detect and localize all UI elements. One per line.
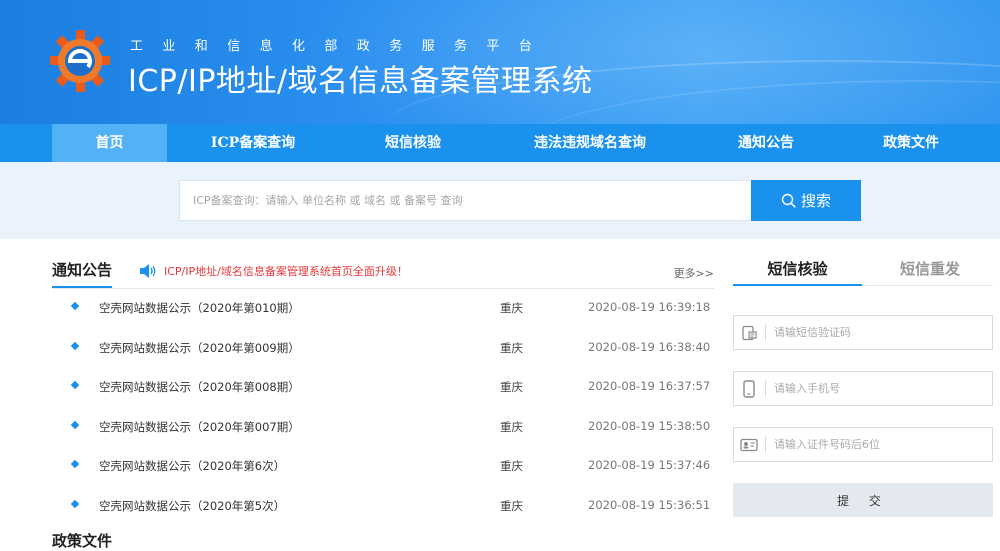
ministry-name: 工业和信息化部政务服务平台	[130, 39, 552, 54]
field-separator	[765, 324, 766, 341]
notice-item-title[interactable]: 空壳网站数据公示（2020年第009期）	[99, 340, 300, 356]
notice-section-title: 通知公告	[52, 259, 113, 288]
phone-field	[733, 371, 993, 406]
nav-item-notices[interactable]: 通知公告	[715, 124, 817, 162]
notice-list-item[interactable]: 空壳网站数据公示（2020年第009期） 重庆 2020-08-19 16:38…	[52, 330, 714, 370]
search-band: 搜索	[0, 162, 1000, 239]
mobile-phone-icon	[734, 372, 764, 405]
speaker-icon	[140, 264, 156, 278]
id-number-field	[733, 427, 993, 462]
notice-item-time: 2020-08-19 16:39:18	[588, 300, 711, 314]
notice-item-time: 2020-08-19 15:36:51	[588, 497, 711, 512]
sms-code-field	[733, 315, 993, 350]
field-separator	[765, 380, 766, 397]
field-separator	[765, 436, 766, 453]
notice-item-title[interactable]: 空壳网站数据公示（2020年第008期）	[99, 379, 300, 395]
notice-item-region: 重庆	[500, 340, 523, 355]
icp-search-input[interactable]	[179, 180, 751, 221]
notice-list-item[interactable]: 空壳网站数据公示（2020年第008期） 重庆 2020-08-19 16:37…	[52, 369, 714, 409]
notice-item-title[interactable]: 空壳网站数据公示（2020年第5次）	[99, 498, 285, 514]
search-button-label: 搜索	[800, 192, 831, 210]
notice-item-time: 2020-08-19 15:37:46	[588, 458, 711, 472]
announcement-marquee[interactable]: ICP/IP地址/域名信息备案管理系统首页全面升级！	[164, 263, 408, 279]
notice-item-region: 重庆	[500, 419, 523, 434]
site-header: 工业和信息化部政务服务平台 ICP/IP地址/域名信息备案管理系统	[0, 0, 1000, 124]
nav-item-home[interactable]: 首页	[52, 124, 167, 162]
id-number-input[interactable]	[774, 428, 989, 461]
notice-header: 通知公告 ICP/IP地址/域名信息备案管理系统首页全面升级！ 更多>>	[52, 259, 714, 289]
notice-item-region: 重庆	[500, 380, 523, 394]
notice-item-title[interactable]: 空壳网站数据公示（2020年第6次）	[99, 458, 285, 474]
miit-logo-icon[interactable]	[50, 30, 110, 92]
diamond-bullet-icon	[70, 380, 80, 390]
diamond-bullet-icon	[70, 301, 80, 311]
search-icon	[781, 193, 796, 208]
notice-item-time: 2020-08-19 15:38:50	[588, 418, 711, 433]
notice-list-item[interactable]: 空壳网站数据公示（2020年第007期） 重庆 2020-08-19 15:38…	[52, 409, 714, 449]
notice-item-region: 重庆	[500, 459, 523, 473]
diamond-bullet-icon	[70, 459, 80, 469]
sms-tabs: 短信核验 短信重发	[733, 258, 993, 286]
nav-item-sms-verify[interactable]: 短信核验	[360, 124, 466, 162]
notice-item-region: 重庆	[500, 301, 523, 315]
id-card-icon	[734, 428, 764, 461]
diamond-bullet-icon	[70, 420, 80, 429]
diamond-bullet-icon	[70, 499, 80, 508]
notice-more-link[interactable]: 更多>>	[674, 265, 714, 281]
sms-code-input[interactable]	[774, 316, 989, 349]
policy-section-title: 政策文件	[52, 532, 113, 550]
notice-item-title[interactable]: 空壳网站数据公示（2020年第007期）	[99, 419, 300, 435]
notice-item-time: 2020-08-19 16:37:57	[588, 379, 711, 393]
tab-sms-resend[interactable]: 短信重发	[867, 258, 993, 286]
nav-item-illegal-domain-query[interactable]: 违法违规域名查询	[515, 124, 665, 162]
notice-list: 空壳网站数据公示（2020年第010期） 重庆 2020-08-19 16:39…	[52, 290, 714, 527]
sms-code-icon	[734, 316, 764, 349]
notice-item-time: 2020-08-19 16:38:40	[588, 339, 711, 354]
nav-item-icp-query[interactable]: ICP备案查询	[190, 124, 316, 162]
phone-number-input[interactable]	[774, 372, 989, 405]
notice-list-item[interactable]: 空壳网站数据公示（2020年第5次） 重庆 2020-08-19 15:36:5…	[52, 488, 714, 528]
nav-item-policy[interactable]: 政策文件	[860, 124, 962, 162]
notice-item-region: 重庆	[500, 498, 523, 513]
diamond-bullet-icon	[70, 341, 80, 350]
search-button[interactable]: 搜索	[751, 180, 861, 221]
notice-item-title[interactable]: 空壳网站数据公示（2020年第010期）	[99, 300, 300, 316]
notice-list-item[interactable]: 空壳网站数据公示（2020年第6次） 重庆 2020-08-19 15:37:4…	[52, 448, 714, 488]
main-nav: 首页 ICP备案查询 短信核验 违法违规域名查询 通知公告 政策文件	[0, 124, 1000, 162]
notice-list-item[interactable]: 空壳网站数据公示（2020年第010期） 重庆 2020-08-19 16:39…	[52, 290, 714, 330]
system-title: ICP/IP地址/域名信息备案管理系统	[128, 64, 593, 99]
tab-sms-verify[interactable]: 短信核验	[733, 258, 862, 286]
submit-button[interactable]: 提 交	[733, 483, 993, 517]
